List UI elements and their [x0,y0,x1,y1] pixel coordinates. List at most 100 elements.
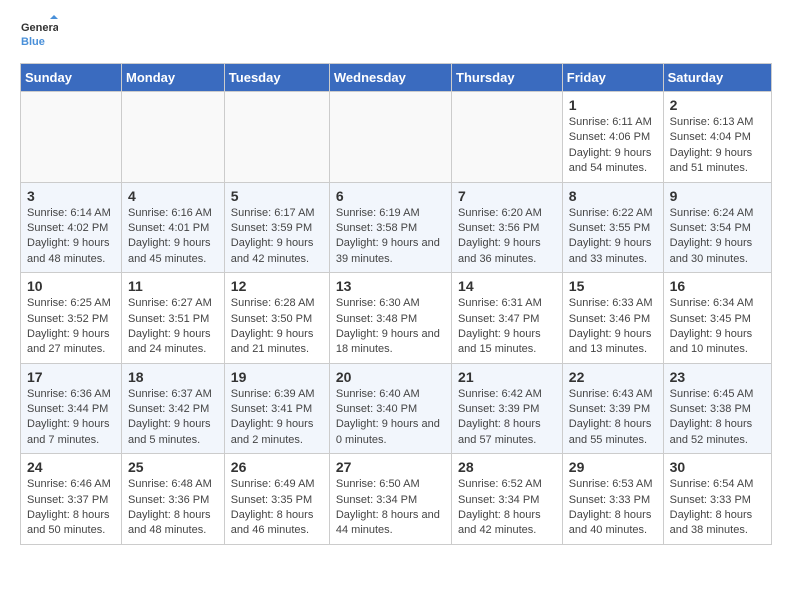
day-info: Sunrise: 6:45 AM Sunset: 3:38 PM Dayligh… [670,387,765,449]
calendar-cell [224,92,329,183]
day-info: Sunrise: 6:40 AM Sunset: 3:40 PM Dayligh… [336,387,445,449]
calendar-week-row: 24 Sunrise: 6:46 AM Sunset: 3:37 PM Dayli… [21,454,772,545]
calendar-cell: 13 Sunrise: 6:30 AM Sunset: 3:48 PM Dayli… [329,273,451,364]
logo-icon: General Blue [20,15,58,53]
day-number: 10 [27,278,115,294]
day-info: Sunrise: 6:54 AM Sunset: 3:33 PM Dayligh… [670,477,765,539]
calendar-week-row: 17Sunrise: 6:36 AM Sunset: 3:44 PM Dayli… [21,363,772,454]
day-number: 14 [458,278,556,294]
weekday-header: Thursday [452,64,563,92]
day-info: Sunrise: 6:28 AM Sunset: 3:50 PM Dayligh… [231,296,323,358]
day-info: Sunrise: 6:52 AM Sunset: 3:34 PM Dayligh… [458,477,556,539]
calendar-cell: 20 Sunrise: 6:40 AM Sunset: 3:40 PM Dayli… [329,363,451,454]
weekday-header: Monday [121,64,224,92]
weekday-header: Friday [562,64,663,92]
day-number: 13 [336,278,445,294]
day-info: Sunrise: 6:27 AM Sunset: 3:51 PM Dayligh… [128,296,218,358]
day-info: Sunrise: 6:11 AM Sunset: 4:06 PM Dayligh… [569,115,657,177]
day-number: 7 [458,188,556,204]
calendar-cell: 11 Sunrise: 6:27 AM Sunset: 3:51 PM Dayli… [121,273,224,364]
day-number: 1 [569,97,657,113]
calendar-cell: 14 Sunrise: 6:31 AM Sunset: 3:47 PM Dayli… [452,273,563,364]
day-number: 19 [231,369,323,385]
weekday-header: Wednesday [329,64,451,92]
day-number: 30 [670,459,765,475]
day-info: Sunrise: 6:14 AM Sunset: 4:02 PM Dayligh… [27,206,115,268]
day-number: 11 [128,278,218,294]
day-number: 24 [27,459,115,475]
day-info: Sunrise: 6:46 AM Sunset: 3:37 PM Dayligh… [27,477,115,539]
day-info: Sunrise: 6:39 AM Sunset: 3:41 PM Dayligh… [231,387,323,449]
calendar-cell: 25 Sunrise: 6:48 AM Sunset: 3:36 PM Dayli… [121,454,224,545]
calendar-cell: 28 Sunrise: 6:52 AM Sunset: 3:34 PM Dayli… [452,454,563,545]
weekday-header: Sunday [21,64,122,92]
calendar-week-row: 1 Sunrise: 6:11 AM Sunset: 4:06 PM Daylig… [21,92,772,183]
day-info: Sunrise: 6:34 AM Sunset: 3:45 PM Dayligh… [670,296,765,358]
svg-text:General: General [21,22,58,34]
day-number: 25 [128,459,218,475]
day-info: Sunrise: 6:24 AM Sunset: 3:54 PM Dayligh… [670,206,765,268]
day-number: 26 [231,459,323,475]
calendar-cell: 22 Sunrise: 6:43 AM Sunset: 3:39 PM Dayli… [562,363,663,454]
day-info: Sunrise: 6:42 AM Sunset: 3:39 PM Dayligh… [458,387,556,449]
day-number: 8 [569,188,657,204]
calendar-cell: 16 Sunrise: 6:34 AM Sunset: 3:45 PM Dayli… [663,273,771,364]
calendar-cell [329,92,451,183]
calendar-table: SundayMondayTuesdayWednesdayThursdayFrid… [20,63,772,545]
day-number: 15 [569,278,657,294]
calendar-cell: 8 Sunrise: 6:22 AM Sunset: 3:55 PM Daylig… [562,182,663,273]
calendar-cell: 30 Sunrise: 6:54 AM Sunset: 3:33 PM Dayli… [663,454,771,545]
calendar-week-row: 3 Sunrise: 6:14 AM Sunset: 4:02 PM Daylig… [21,182,772,273]
calendar-cell: 24 Sunrise: 6:46 AM Sunset: 3:37 PM Dayli… [21,454,122,545]
calendar-cell: 19 Sunrise: 6:39 AM Sunset: 3:41 PM Dayli… [224,363,329,454]
day-info: Sunrise: 6:19 AM Sunset: 3:58 PM Dayligh… [336,206,445,268]
calendar-cell: 18 Sunrise: 6:37 AM Sunset: 3:42 PM Dayli… [121,363,224,454]
calendar-cell [21,92,122,183]
day-info: Sunrise: 6:20 AM Sunset: 3:56 PM Dayligh… [458,206,556,268]
day-number: 20 [336,369,445,385]
calendar-cell [121,92,224,183]
weekday-header: Saturday [663,64,771,92]
day-number: 22 [569,369,657,385]
page-header: General Blue [20,15,772,53]
day-number: 16 [670,278,765,294]
day-number: 29 [569,459,657,475]
day-info: Sunrise: 6:33 AM Sunset: 3:46 PM Dayligh… [569,296,657,358]
day-number: 12 [231,278,323,294]
day-number: 21 [458,369,556,385]
calendar-cell: 10Sunrise: 6:25 AM Sunset: 3:52 PM Dayli… [21,273,122,364]
day-info: Sunrise: 6:53 AM Sunset: 3:33 PM Dayligh… [569,477,657,539]
day-number: 5 [231,188,323,204]
logo: General Blue [20,15,58,53]
day-info: Sunrise: 6:43 AM Sunset: 3:39 PM Dayligh… [569,387,657,449]
calendar-cell: 26Sunrise: 6:49 AM Sunset: 3:35 PM Dayli… [224,454,329,545]
day-number: 28 [458,459,556,475]
calendar-header-row: SundayMondayTuesdayWednesdayThursdayFrid… [21,64,772,92]
calendar-cell: 1 Sunrise: 6:11 AM Sunset: 4:06 PM Daylig… [562,92,663,183]
day-number: 9 [670,188,765,204]
calendar-cell: 23Sunrise: 6:45 AM Sunset: 3:38 PM Dayli… [663,363,771,454]
day-info: Sunrise: 6:36 AM Sunset: 3:44 PM Dayligh… [27,387,115,449]
day-info: Sunrise: 6:31 AM Sunset: 3:47 PM Dayligh… [458,296,556,358]
calendar-cell: 17Sunrise: 6:36 AM Sunset: 3:44 PM Dayli… [21,363,122,454]
calendar-cell [452,92,563,183]
day-number: 6 [336,188,445,204]
calendar-cell: 9 Sunrise: 6:24 AM Sunset: 3:54 PM Daylig… [663,182,771,273]
calendar-cell: 21 Sunrise: 6:42 AM Sunset: 3:39 PM Dayli… [452,363,563,454]
logo-svg: General Blue [20,15,58,53]
calendar-cell: 4Sunrise: 6:16 AM Sunset: 4:01 PM Daylig… [121,182,224,273]
day-info: Sunrise: 6:30 AM Sunset: 3:48 PM Dayligh… [336,296,445,358]
day-number: 4 [128,188,218,204]
day-info: Sunrise: 6:17 AM Sunset: 3:59 PM Dayligh… [231,206,323,268]
day-number: 3 [27,188,115,204]
day-number: 18 [128,369,218,385]
day-info: Sunrise: 6:37 AM Sunset: 3:42 PM Dayligh… [128,387,218,449]
calendar-cell: 5 Sunrise: 6:17 AM Sunset: 3:59 PM Daylig… [224,182,329,273]
day-number: 27 [336,459,445,475]
day-info: Sunrise: 6:22 AM Sunset: 3:55 PM Dayligh… [569,206,657,268]
day-info: Sunrise: 6:50 AM Sunset: 3:34 PM Dayligh… [336,477,445,539]
calendar-cell: 29 Sunrise: 6:53 AM Sunset: 3:33 PM Dayli… [562,454,663,545]
day-info: Sunrise: 6:13 AM Sunset: 4:04 PM Dayligh… [670,115,765,177]
calendar-week-row: 10Sunrise: 6:25 AM Sunset: 3:52 PM Dayli… [21,273,772,364]
day-info: Sunrise: 6:48 AM Sunset: 3:36 PM Dayligh… [128,477,218,539]
